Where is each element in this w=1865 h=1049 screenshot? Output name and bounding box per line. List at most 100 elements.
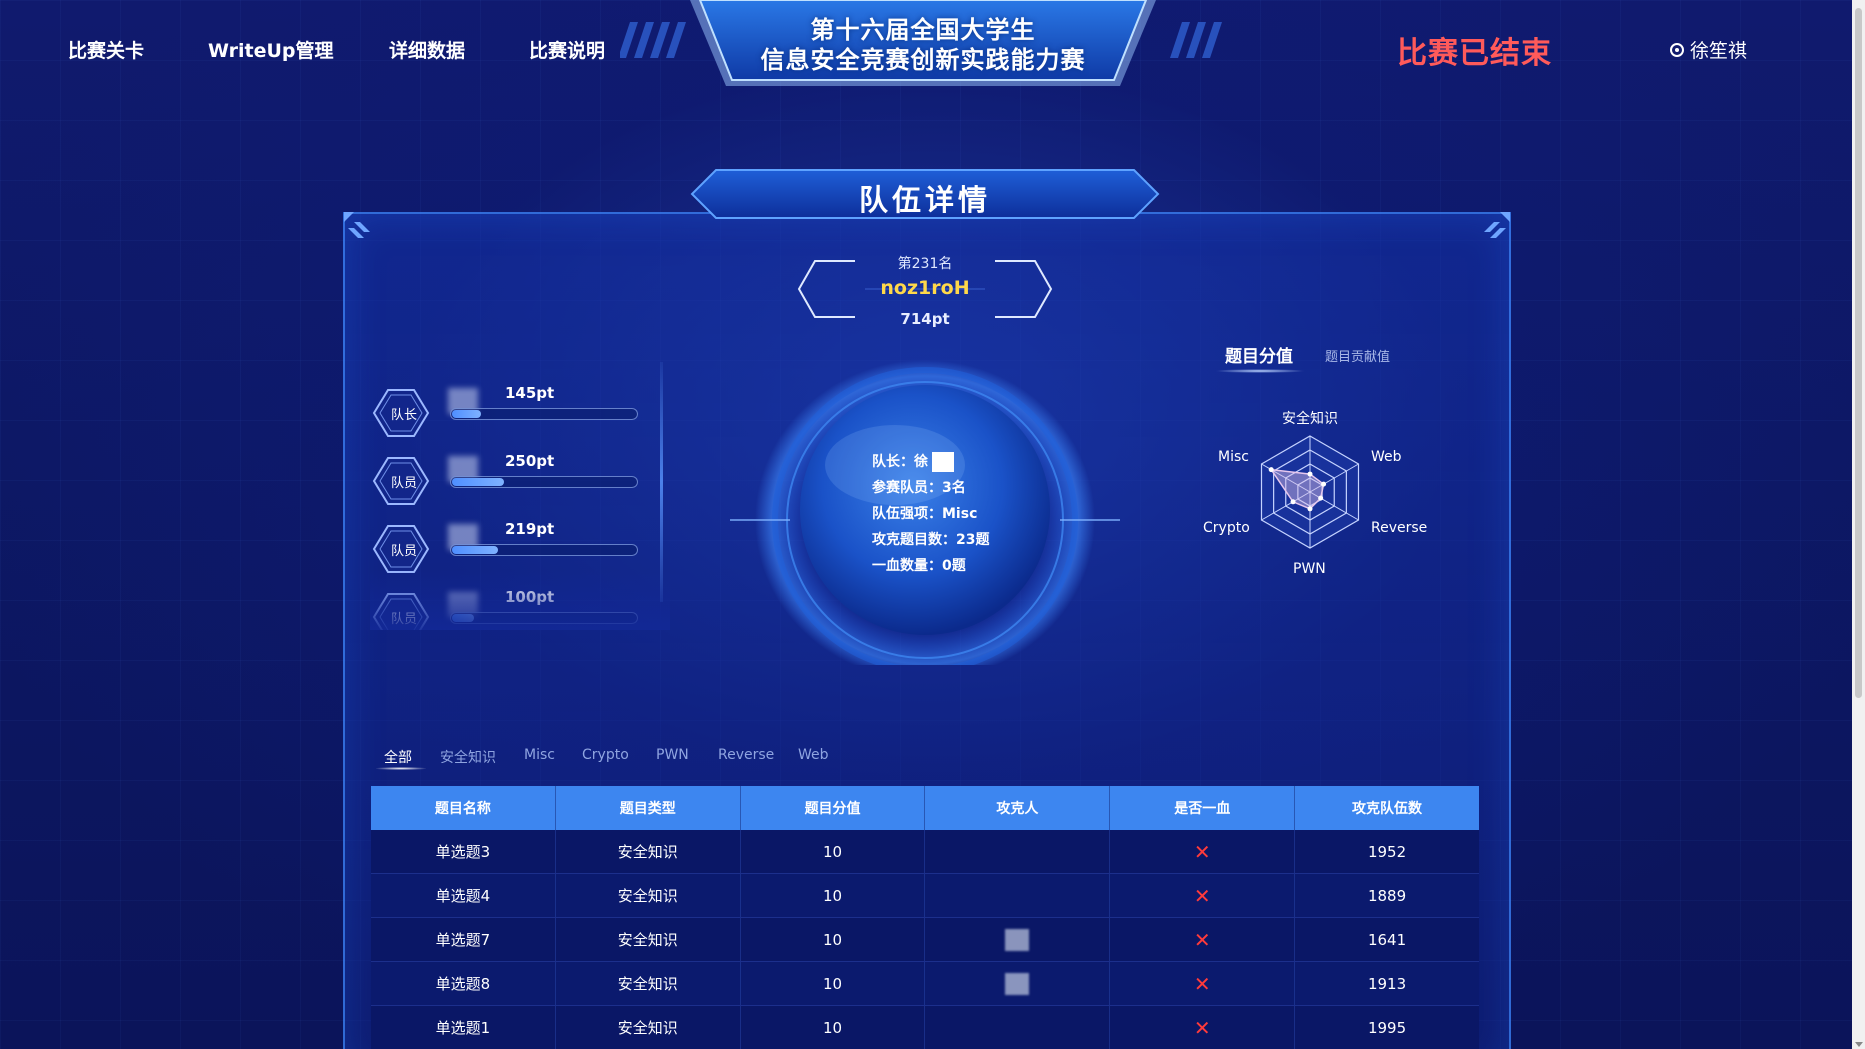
- first-blood-no-icon: ✕: [1193, 883, 1211, 908]
- member-progress-fill: [452, 410, 481, 418]
- member-row: 队长 145pt: [370, 380, 650, 440]
- member-row: 队员 219pt: [370, 516, 650, 576]
- tab-active-indicator: [1215, 369, 1305, 373]
- cell-solve-count: 1952: [1367, 842, 1407, 861]
- member-progress-bar: [450, 476, 638, 488]
- cell-first-blood: ✕: [1110, 962, 1296, 1005]
- cell-solver: [925, 962, 1111, 1005]
- table-header-row: 题目名称 题目类型 题目分值 攻克人 是否一血 攻克队伍数: [371, 786, 1479, 830]
- cell-first-blood: ✕: [1110, 918, 1296, 961]
- user-menu[interactable]: 徐笙祺: [1670, 36, 1747, 63]
- corner-decor-left: [344, 212, 370, 238]
- cell-first-blood: ✕: [1110, 830, 1296, 873]
- nav-item-rules[interactable]: 比赛说明: [529, 36, 605, 63]
- solver-avatar-redacted: [1005, 928, 1030, 951]
- tab-contribution[interactable]: 题目贡献值: [1325, 346, 1390, 365]
- scrollbar-thumb[interactable]: [1855, 8, 1862, 698]
- team-score: 714pt: [900, 310, 950, 328]
- first-blood-no-icon: ✕: [1193, 927, 1211, 952]
- cell-name: 单选题1: [371, 1006, 556, 1049]
- radar-axis-label: Reverse: [1371, 520, 1428, 536]
- tab-score-value[interactable]: 题目分值: [1225, 342, 1293, 367]
- table-row[interactable]: 单选题8 安全知识 10 ✕ 1913: [371, 962, 1479, 1006]
- nav-item-levels[interactable]: 比赛关卡: [68, 36, 144, 63]
- cell-score: 10: [741, 830, 926, 873]
- radar-point: [1307, 471, 1313, 477]
- tab-reverse[interactable]: Reverse: [718, 747, 774, 763]
- member-count: 参赛队员：3名: [872, 480, 966, 496]
- captain-name-redacted: [932, 452, 954, 472]
- column-header: 是否一血: [1110, 786, 1296, 830]
- user-name: 徐笙祺: [1690, 40, 1748, 62]
- team-strength: 队伍强项：Misc: [872, 506, 978, 522]
- tab-active-indicator: [376, 767, 426, 770]
- page-scrollbar[interactable]: [1852, 0, 1865, 1049]
- member-progress-fill: [452, 478, 504, 486]
- radar-point: [1290, 499, 1296, 505]
- radar-point: [1318, 495, 1324, 501]
- table-row[interactable]: 单选题4 安全知识 10 ✕ 1889: [371, 874, 1479, 918]
- member-score: 219pt: [505, 520, 555, 538]
- nav-item-details[interactable]: 详细数据: [389, 36, 465, 63]
- table-row[interactable]: 单选题7 安全知识 10 ✕ 1641: [371, 918, 1479, 962]
- member-progress-bar: [450, 544, 638, 556]
- title-line-2: 信息安全竞赛创新实践能力赛: [760, 45, 1086, 74]
- captain-row: 队长：徐: [872, 449, 989, 475]
- table-body: 单选题3 安全知识 10 ✕ 1952 单选题4 安全知识 10 ✕ 1889 单选题7 安全知识 10…: [371, 830, 1479, 1049]
- tab-pwn[interactable]: PWN: [656, 747, 689, 763]
- tab-all[interactable]: 全部: [384, 747, 412, 767]
- category-radar-chart: 安全知识 Web Reverse PWN Crypto Misc: [1190, 400, 1440, 590]
- cell-solver: [925, 830, 1111, 873]
- captain-label: 队长：徐: [872, 454, 928, 470]
- radar-axis-label: Misc: [1218, 449, 1249, 465]
- cell-score: 10: [741, 918, 926, 961]
- members-list[interactable]: 队长145pt队员250pt队员219pt队员100pt: [370, 380, 670, 630]
- members-fade-overlay: [370, 570, 670, 630]
- member-role: 队长: [390, 408, 417, 423]
- radar-axis-label: PWN: [1293, 561, 1326, 577]
- table-row[interactable]: 单选题3 安全知识 10 ✕ 1952: [371, 830, 1479, 874]
- team-name: noz1roH: [880, 277, 970, 299]
- cell-solve-count: 1889: [1367, 886, 1407, 905]
- team-summary: 队长：徐 参赛队员：3名 队伍强项：Misc 攻克题目数：23题 一血数量：0题: [872, 449, 989, 579]
- team-badge: 第231名 noz1roH 714pt: [795, 253, 1055, 329]
- tab-security-knowledge[interactable]: 安全知识: [440, 747, 496, 767]
- tab-crypto[interactable]: Crypto: [582, 747, 629, 763]
- nav-decor-stripes-right: [1170, 22, 1222, 58]
- member-score: 250pt: [505, 452, 555, 470]
- cell-name: 单选题4: [371, 874, 556, 917]
- nav-item-writeup[interactable]: WriteUp管理: [208, 36, 334, 63]
- corner-decor-right: [1484, 212, 1510, 238]
- cell-solve-count: 1913: [1367, 974, 1407, 993]
- cell-first-blood: ✕: [1110, 1006, 1296, 1049]
- cell-type: 安全知识: [556, 1006, 741, 1049]
- radar-point: [1268, 467, 1274, 473]
- cell-type: 安全知识: [556, 830, 741, 873]
- cell-name: 单选题8: [371, 962, 556, 1005]
- member-score: 145pt: [505, 384, 555, 402]
- members-scrollbar[interactable]: [660, 362, 663, 602]
- cell-type: 安全知识: [556, 962, 741, 1005]
- tab-web[interactable]: Web: [798, 747, 829, 763]
- panel-title: 队伍详情: [858, 183, 991, 217]
- cell-first-blood: ✕: [1110, 874, 1296, 917]
- cell-score: 10: [741, 1006, 926, 1049]
- first-blood-count: 一血数量：0题: [872, 558, 966, 574]
- member-role: 队员: [390, 476, 417, 491]
- table-row[interactable]: 单选题1 安全知识 10 ✕ 1995: [371, 1006, 1479, 1049]
- cell-score: 10: [741, 962, 926, 1005]
- cell-solve-count: 1995: [1367, 1018, 1407, 1037]
- cell-solver: [925, 918, 1111, 961]
- column-header: 攻克队伍数: [1352, 801, 1423, 817]
- column-header: 题目分值: [741, 786, 926, 830]
- member-progress-fill: [452, 546, 498, 554]
- competition-title-plate: 第十六届全国大学生 信息安全竞赛创新实践能力赛: [690, 0, 1156, 90]
- cell-name: 单选题7: [371, 918, 556, 961]
- tab-misc[interactable]: Misc: [524, 747, 555, 763]
- team-rank: 第231名: [897, 256, 953, 272]
- member-progress-bar: [450, 408, 638, 420]
- scroll-down-icon[interactable]: [1855, 1042, 1863, 1047]
- cell-solver: [925, 1006, 1111, 1049]
- member-row: 队员 250pt: [370, 448, 650, 508]
- column-header: 题目名称: [371, 786, 556, 830]
